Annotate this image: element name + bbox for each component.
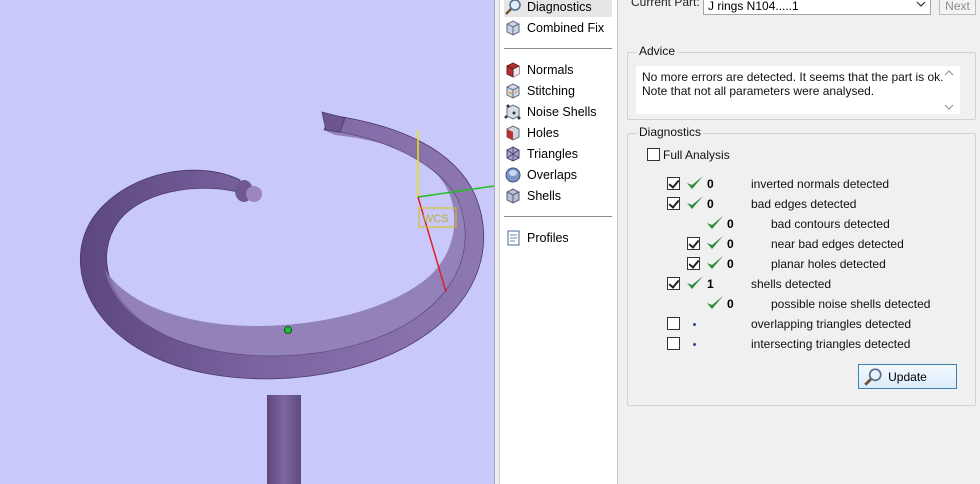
tool-item-profiles[interactable]: Profiles (504, 228, 612, 248)
diagnostics-group: Diagnostics Full Analysis 0 inverted norm… (627, 125, 976, 406)
diagnostics-panel: Current Part: J rings N104.....1 Next Ad… (619, 0, 980, 484)
overlaps-icon (505, 167, 521, 183)
diagnostic-label: bad contours detected (771, 217, 890, 231)
tool-separator (504, 216, 612, 217)
diagnostic-count: 0 (727, 237, 734, 251)
cube-icon (506, 20, 520, 36)
diagnostic-label: shells detected (751, 277, 832, 291)
diagnostic-label: possible noise shells detected (771, 297, 931, 311)
checkmark-icon (707, 216, 723, 229)
diagnostic-label: planar holes detected (771, 257, 886, 271)
tool-label: Stitching (527, 84, 575, 98)
wcs-label: WCS (423, 213, 449, 225)
tool-label: Triangles (527, 147, 578, 161)
diagnostic-count: 0 (707, 177, 714, 191)
checkmark-icon (687, 176, 703, 189)
tool-item-diagnostics[interactable]: Diagnostics (504, 0, 612, 17)
diagnostic-count: 0 (727, 257, 734, 271)
tool-label: Profiles (527, 231, 569, 245)
center-marker[interactable] (284, 326, 292, 334)
chevron-up-icon[interactable] (944, 70, 954, 76)
checkmark-icon (707, 256, 723, 269)
advice-line: Note that not all parameters were analys… (642, 84, 875, 98)
tool-label: Overlaps (527, 168, 578, 182)
diagnostics-title: Diagnostics (637, 125, 704, 139)
diagnostic-count: 0 (707, 197, 714, 211)
diagnostic-checkbox[interactable] (687, 237, 700, 250)
advice-scrollbar[interactable] (940, 66, 958, 114)
checkmark-icon (707, 236, 723, 249)
stitching-icon (506, 83, 520, 99)
normals-icon (506, 62, 520, 78)
diagnostic-checkbox[interactable] (667, 197, 680, 210)
current-part-label: Current Part: (631, 0, 700, 9)
noise-shells-icon (504, 104, 521, 120)
update-label: Update (888, 369, 927, 384)
tool-item-shells[interactable]: Shells (504, 186, 612, 206)
diagnostic-checkbox[interactable] (667, 317, 680, 330)
diagnostic-count: 1 (707, 277, 714, 291)
ring-knob-tip (246, 186, 262, 202)
next-button[interactable]: Next (939, 0, 976, 15)
full-analysis-checkbox[interactable] (647, 148, 660, 161)
current-part-select[interactable]: J rings N104.....1 (703, 0, 931, 15)
tool-item-noise-shells[interactable]: Noise Shells (504, 102, 612, 122)
3d-viewport[interactable]: WCS (0, 0, 494, 484)
holes-icon (506, 125, 520, 141)
tool-item-normals[interactable]: Normals (504, 60, 612, 80)
chevron-down-icon (916, 1, 926, 7)
tool-item-holes[interactable]: Holes (504, 123, 612, 143)
tool-list: Diagnostics Combined Fix Normals Stitchi… (500, 0, 618, 484)
pending-dot-icon (693, 323, 696, 326)
profiles-icon (507, 230, 520, 246)
tool-item-overlaps[interactable]: Overlaps (504, 165, 612, 185)
tool-label: Combined Fix (527, 21, 605, 35)
chevron-down-icon[interactable] (944, 104, 954, 110)
tool-label: Diagnostics (527, 0, 592, 14)
full-analysis-label: Full Analysis (663, 148, 730, 162)
tool-item-combined-fix[interactable]: Combined Fix (504, 18, 612, 38)
tool-label: Shells (527, 189, 562, 203)
diagnostic-checkbox[interactable] (667, 177, 680, 190)
magnifier-icon (505, 0, 521, 15)
diagnostic-checkbox[interactable] (667, 277, 680, 290)
diagnostic-label: inverted normals detected (751, 177, 890, 191)
pending-dot-icon (693, 343, 696, 346)
tool-separator (504, 48, 612, 49)
advice-line: No more errors are detected. It seems th… (642, 70, 944, 84)
diagnostic-checkbox[interactable] (687, 257, 700, 270)
advice-text-box[interactable]: No more errors are detected. It seems th… (636, 66, 960, 114)
diagnostic-label: intersecting triangles detected (751, 337, 911, 351)
diagnostic-label: bad edges detected (751, 197, 857, 211)
checkmark-icon (687, 196, 703, 209)
diagnostic-label: overlapping triangles detected (751, 317, 912, 331)
model-view[interactable]: WCS (0, 0, 494, 484)
checkmark-icon (707, 296, 723, 309)
tool-label: Noise Shells (527, 105, 597, 119)
tool-item-stitching[interactable]: Stitching (504, 81, 612, 101)
advice-group: Advice No more errors are detected. It s… (627, 44, 976, 120)
diagnostic-count: 0 (727, 217, 734, 231)
advice-title: Advice (637, 44, 678, 58)
diagnostic-checkbox[interactable] (667, 337, 680, 350)
tool-item-triangles[interactable]: Triangles (504, 144, 612, 164)
diagnostic-label: near bad edges detected (771, 237, 904, 251)
triangles-icon (506, 146, 520, 162)
current-part-value: J rings N104.....1 (708, 0, 799, 13)
diagnostic-count: 0 (727, 297, 734, 311)
update-button[interactable]: Update (858, 364, 957, 389)
shells-icon (506, 188, 520, 204)
tool-label: Normals (527, 63, 574, 77)
tool-label: Holes (527, 126, 559, 140)
checkmark-icon (687, 276, 703, 289)
stand-stem (267, 395, 301, 484)
